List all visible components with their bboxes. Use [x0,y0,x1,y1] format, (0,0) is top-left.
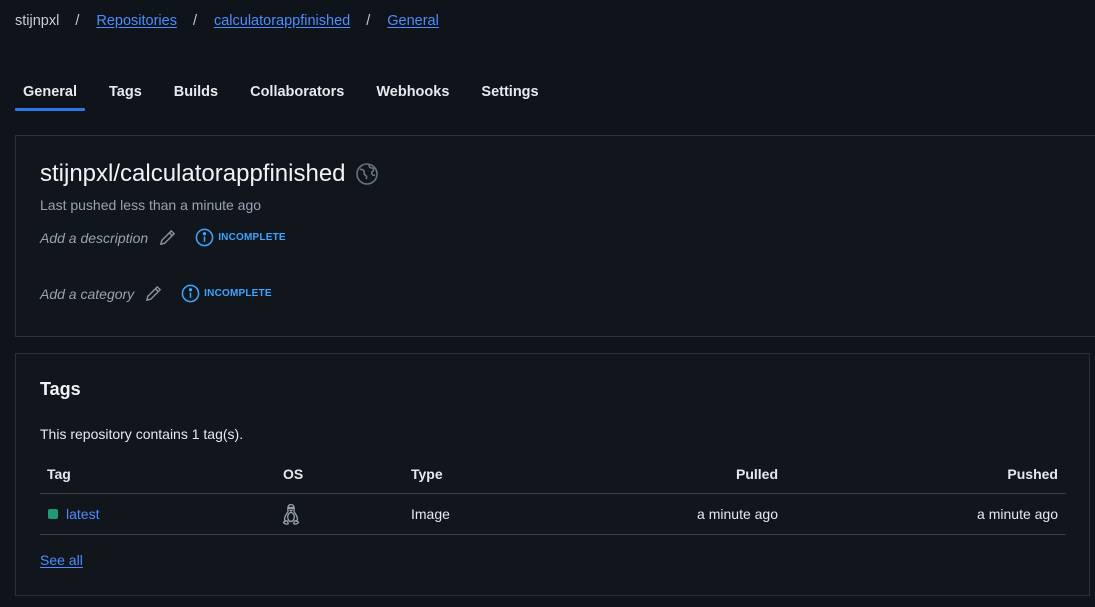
tag-cell: latest [48,506,99,522]
last-pushed-text: Last pushed less than a minute ago [40,197,262,213]
breadcrumb-separator: / [75,13,80,29]
breadcrumb-repo-link[interactable]: calculatorappfinished [214,13,350,29]
breadcrumb-repositories-link[interactable]: Repositories [96,13,177,29]
description-incomplete-badge: INCOMPLETE [195,228,286,247]
tab-collaborators[interactable]: Collaborators [242,84,352,108]
breadcrumb-separator: / [192,13,197,29]
description-placeholder[interactable]: Add a description [40,230,148,246]
edit-category-pencil-icon[interactable] [144,284,163,303]
tab-bar: General Tags Builds Collaborators Webhoo… [15,84,563,111]
breadcrumb: stijnpxl / Repositories / calculatorappf… [15,13,439,29]
incomplete-label: INCOMPLETE [218,232,286,243]
tab-tags[interactable]: Tags [101,84,150,108]
category-row: Add a category INCOMPLETE [40,284,272,303]
tab-builds[interactable]: Builds [166,84,226,108]
table-header: Tag OS Type Pulled Pushed [40,454,1066,494]
pulled-cell: a minute ago [697,506,778,522]
info-icon [181,284,200,303]
breadcrumb-user: stijnpxl [15,13,60,29]
edit-description-pencil-icon[interactable] [158,228,177,247]
tags-count-text: This repository contains 1 tag(s). [40,426,244,442]
info-icon [195,228,214,247]
tag-status-indicator [48,509,58,519]
pushed-cell: a minute ago [977,506,1058,522]
repo-info-card: stijnpxl/calculatorappfinished Last push… [15,135,1095,337]
tab-webhooks[interactable]: Webhooks [368,84,457,108]
repo-title: stijnpxl/calculatorappfinished [40,160,346,187]
tab-general[interactable]: General [15,84,85,111]
see-all-link[interactable]: See all [40,552,83,568]
linux-icon [281,503,301,525]
type-cell: Image [411,506,450,522]
globe-icon [355,162,379,186]
table-row: latest Image a minute ago a minute ago [40,494,1066,535]
column-header-os: OS [283,465,304,482]
column-header-pushed: Pushed [1007,465,1058,482]
breadcrumb-current-link[interactable]: General [387,13,439,29]
tags-section-title: Tags [40,379,81,399]
incomplete-label: INCOMPLETE [204,288,272,299]
tags-table: Tag OS Type Pulled Pushed latest Image a… [40,454,1066,535]
description-row: Add a description INCOMPLETE [40,228,286,247]
repo-title-row: stijnpxl/calculatorappfinished [40,160,379,188]
column-header-type: Type [411,465,443,482]
column-header-tag: Tag [47,465,71,482]
category-placeholder[interactable]: Add a category [40,286,134,302]
column-header-pulled: Pulled [735,465,778,482]
tab-settings[interactable]: Settings [473,84,546,108]
tag-link[interactable]: latest [66,506,99,522]
tags-card: Tags This repository contains 1 tag(s). … [15,353,1090,596]
breadcrumb-separator: / [366,13,371,29]
category-incomplete-badge: INCOMPLETE [181,284,272,303]
